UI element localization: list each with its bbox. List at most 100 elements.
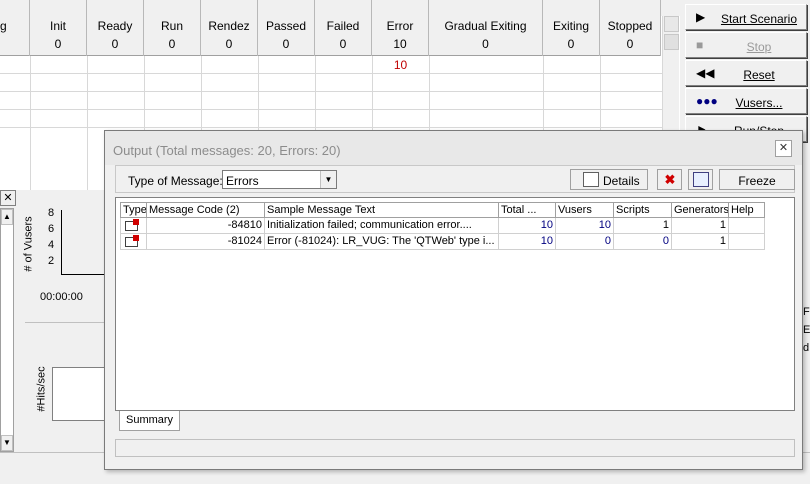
column-header[interactable]: Vusers xyxy=(556,202,614,218)
scroll-up-arrow[interactable] xyxy=(664,16,679,32)
col-count: 10 xyxy=(393,37,407,51)
col-header[interactable]: Rendez 0 xyxy=(201,0,258,56)
table-row[interactable]: -84810 Initialization failed; communicat… xyxy=(120,218,765,234)
column-header[interactable]: Sample Message Text xyxy=(265,202,499,218)
generators-value: 1 xyxy=(672,234,729,250)
col-header[interactable]: Gradual Exiting 0 xyxy=(429,0,543,56)
close-icon[interactable]: ✕ xyxy=(0,190,16,206)
export-button[interactable] xyxy=(688,169,713,190)
table-row[interactable] xyxy=(0,56,662,74)
col-label: Stopped xyxy=(607,19,653,33)
table-header: Type Message Code (2) Sample Message Tex… xyxy=(120,202,765,218)
hits-per-second-graph: #Hits/sec xyxy=(25,322,107,452)
col-label: Failed xyxy=(326,19,360,33)
button-label: Freeze xyxy=(738,174,776,188)
rewind-icon: ◀◀ xyxy=(696,66,715,80)
x-axis xyxy=(61,274,105,275)
col-header[interactable]: Run 0 xyxy=(144,0,201,56)
close-icon[interactable]: ✕ xyxy=(775,140,792,157)
delete-icon: ✖ xyxy=(664,172,676,187)
column-header[interactable]: Message Code (2) xyxy=(147,202,265,218)
col-header[interactable]: Failed 0 xyxy=(315,0,372,56)
table-row[interactable] xyxy=(0,74,662,92)
output-toolbar: Type of Message: Errors ▼ Details ✖ Free… xyxy=(115,165,795,193)
tab-summary[interactable]: Summary xyxy=(119,411,181,431)
scroll-up-arrow[interactable]: ▲ xyxy=(1,209,13,225)
help-cell[interactable] xyxy=(729,218,765,234)
col-count: 0 xyxy=(225,37,233,51)
chevron-down-icon[interactable]: ▼ xyxy=(320,171,336,188)
col-count: 0 xyxy=(339,37,347,51)
dialog-title-bar[interactable]: Output (Total messages: 20, Errors: 20) … xyxy=(105,131,802,165)
start-scenario-button[interactable]: ▶ Start Scenario xyxy=(685,4,807,30)
col-header[interactable]: Error 10 xyxy=(372,0,429,56)
col-label: Error xyxy=(386,19,414,33)
y-axis-label: #Hits/sec xyxy=(35,366,48,412)
clear-messages-button[interactable]: ✖ xyxy=(657,169,682,190)
vusers-link[interactable]: 10 xyxy=(556,218,614,234)
clipped-text: F xyxy=(803,306,810,318)
play-icon: ▶ xyxy=(696,10,706,24)
monitor-icon xyxy=(693,172,709,187)
error-count-cell[interactable]: 10 xyxy=(372,58,429,72)
column-header[interactable]: Help xyxy=(729,202,765,218)
table-row[interactable] xyxy=(0,92,662,110)
x-tick: 00:00:00 xyxy=(40,291,83,303)
col-label: Run xyxy=(160,19,183,33)
column-header[interactable]: Scripts xyxy=(614,202,672,218)
col-count: 0 xyxy=(168,37,176,51)
col-label: Ready xyxy=(97,19,133,33)
col-label: Gradual Exiting xyxy=(444,19,527,33)
button-label: Reset xyxy=(743,68,775,82)
vusers-icon: ●●● xyxy=(696,94,718,108)
col-count: 0 xyxy=(111,37,119,51)
col-header[interactable]: g xyxy=(0,0,30,56)
vusers-button[interactable]: ●●● Vusers... xyxy=(685,88,807,114)
column-header[interactable]: Type xyxy=(120,202,147,218)
total-link[interactable]: 10 xyxy=(499,234,556,250)
running-vusers-graph: # of Vusers 8 6 4 2 00:00:00 xyxy=(22,190,105,318)
total-link[interactable]: 10 xyxy=(499,218,556,234)
freeze-button[interactable]: Freeze xyxy=(719,169,795,190)
error-type-icon xyxy=(120,218,147,234)
output-dialog: Output (Total messages: 20, Errors: 20) … xyxy=(104,130,803,470)
table-row[interactable]: -81024 Error (-81024): LR_VUG: The 'QTWe… xyxy=(120,234,765,250)
col-header[interactable]: Passed 0 xyxy=(258,0,315,56)
col-count: 0 xyxy=(482,37,489,51)
help-cell[interactable] xyxy=(729,234,765,250)
clipped-text: d xyxy=(803,342,810,354)
dialog-status-bar xyxy=(115,439,795,457)
col-label: Passed xyxy=(265,19,307,33)
column-header[interactable]: Total ... xyxy=(499,202,556,218)
column-header[interactable]: Generators xyxy=(672,202,729,218)
button-label: Start Scenario xyxy=(720,12,798,26)
y-tick: 6 xyxy=(48,223,55,235)
button-label: Vusers... xyxy=(735,96,783,110)
col-header[interactable]: Init 0 xyxy=(30,0,87,56)
y-tick: 2 xyxy=(48,255,55,267)
col-count: 0 xyxy=(567,37,575,51)
col-header[interactable]: Ready 0 xyxy=(87,0,144,56)
col-label: Rendez xyxy=(208,19,250,33)
message-text: Initialization failed; communication err… xyxy=(265,218,499,234)
scripts-value: 1 xyxy=(614,218,672,234)
message-table: Type Message Code (2) Sample Message Tex… xyxy=(115,197,795,411)
scenario-control-panel: ▶ Start Scenario ■ Stop ◀◀ Reset ●●● Vus… xyxy=(683,0,810,152)
scroll-down-arrow[interactable]: ▼ xyxy=(1,435,13,451)
details-button[interactable]: Details xyxy=(570,169,648,190)
table-row[interactable] xyxy=(0,110,662,128)
scroll-thumb[interactable] xyxy=(664,34,679,50)
col-header[interactable]: Stopped 0 xyxy=(600,0,661,56)
col-header[interactable]: Exiting 0 xyxy=(543,0,600,56)
stop-button[interactable]: ■ Stop xyxy=(685,32,807,58)
generators-value: 1 xyxy=(672,218,729,234)
y-axis-label: # of Vusers xyxy=(22,216,35,272)
y-tick: 4 xyxy=(48,239,55,251)
message-code: -81024 xyxy=(147,234,265,250)
dialog-title: Output (Total messages: 20, Errors: 20) xyxy=(113,143,341,158)
reset-button[interactable]: ◀◀ Reset xyxy=(685,60,807,86)
col-count: 0 xyxy=(282,37,290,51)
message-type-select[interactable]: Errors ▼ xyxy=(222,170,337,189)
left-list-panel[interactable]: ▲ ▼ xyxy=(0,208,14,452)
vusers-link[interactable]: 0 xyxy=(556,234,614,250)
